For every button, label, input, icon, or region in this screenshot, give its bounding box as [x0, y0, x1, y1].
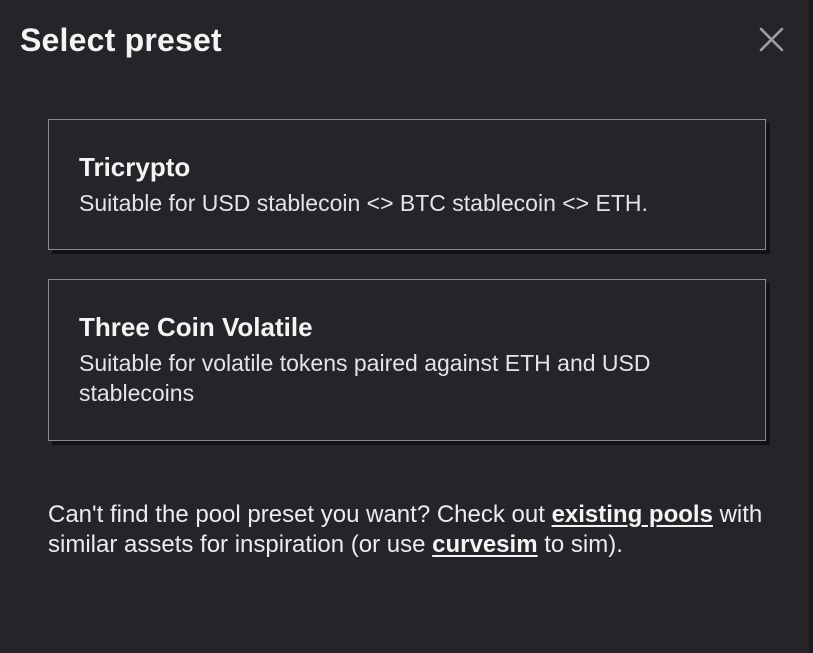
modal-edge [809, 0, 813, 653]
preset-name: Three Coin Volatile [79, 312, 313, 342]
close-button[interactable] [756, 24, 788, 56]
preset-description: Suitable for USD stablecoin <> BTC stabl… [79, 190, 648, 216]
preset-description: Suitable for volatile tokens paired agai… [79, 350, 651, 406]
preset-name: Tricrypto [79, 152, 191, 182]
preset-option-tricrypto[interactable]: Tricrypto Suitable for USD stablecoin <>… [48, 119, 766, 250]
select-preset-modal: Select preset Tricrypto Suitable for USD… [0, 0, 813, 653]
footer-help-text: Can't find the pool preset you want? Che… [48, 500, 768, 559]
curvesim-link[interactable]: curvesim [432, 531, 537, 558]
modal-title: Select preset [20, 22, 222, 58]
footer-text-before: Can't find the pool preset you want? Che… [48, 501, 552, 528]
close-icon [759, 27, 784, 52]
preset-option-three-coin-volatile[interactable]: Three Coin Volatile Suitable for volatil… [48, 279, 766, 441]
footer-text-after: to sim). [537, 530, 623, 558]
existing-pools-link[interactable]: existing pools [552, 501, 713, 528]
